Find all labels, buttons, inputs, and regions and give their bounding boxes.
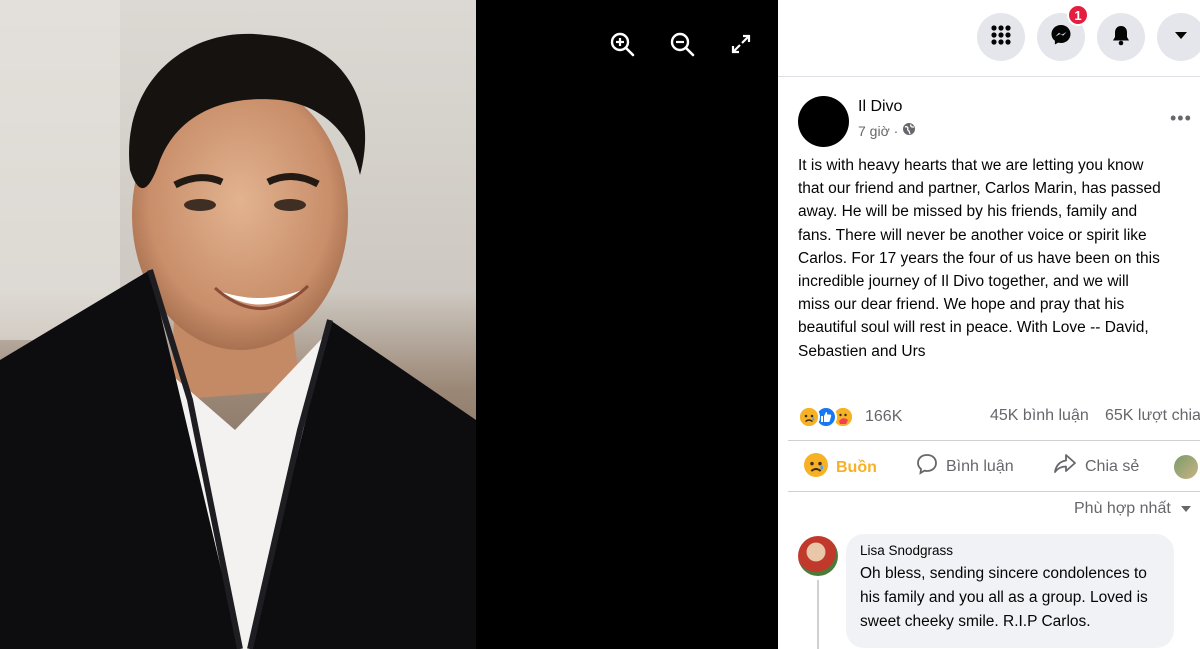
post-more-button[interactable]: ••• xyxy=(1170,108,1200,128)
comment-bubble: Lisa Snodgrass Oh bless, sending sincere… xyxy=(846,534,1174,648)
sad-reaction-icon xyxy=(804,453,828,482)
caret-down-icon xyxy=(1174,28,1188,46)
comment-bubble-icon xyxy=(916,453,938,480)
comment-button[interactable]: Bình luận xyxy=(916,453,1014,480)
post-time[interactable]: 7 giờ · xyxy=(858,123,898,139)
portrait-illustration xyxy=(0,0,476,649)
shares-count[interactable]: 65K lượt chia sẻ xyxy=(1105,407,1200,425)
comment-sort-dropdown[interactable]: Phù hợp nhất xyxy=(1074,500,1192,518)
reaction-sad-label: Buồn xyxy=(836,458,877,476)
thread-line xyxy=(817,580,819,649)
sad-reaction-icon xyxy=(798,406,820,428)
expand-icon xyxy=(730,33,752,55)
page-name[interactable]: Il Divo xyxy=(858,98,902,116)
account-button[interactable] xyxy=(1157,13,1200,61)
share-label: Chia sẻ xyxy=(1085,457,1140,475)
reactions-summary[interactable]: 166K 45K bình luận 65K lượt chia sẻ xyxy=(798,402,1200,432)
actor-selector-avatar[interactable] xyxy=(1174,455,1198,479)
post-meta: 7 giờ · xyxy=(858,122,916,139)
comment-label: Bình luận xyxy=(946,457,1014,475)
comment-text: Oh bless, sending sincere condolences to… xyxy=(860,565,1148,630)
caret-down-icon xyxy=(1181,500,1192,518)
post-panel: 1 Il Divo 7 giờ · ••• It is with heavy h… xyxy=(778,0,1200,649)
messenger-badge: 1 xyxy=(1067,4,1089,26)
messenger-icon xyxy=(1049,23,1073,52)
notifications-button[interactable] xyxy=(1097,13,1145,61)
grid-menu-icon xyxy=(990,24,1012,51)
zoom-in-button[interactable] xyxy=(606,28,638,60)
comments-count[interactable]: 45K bình luận xyxy=(990,407,1089,425)
reaction-sad-button[interactable]: Buồn xyxy=(804,453,877,482)
post-photo[interactable] xyxy=(0,0,476,649)
reactions-count[interactable]: 166K xyxy=(865,408,902,426)
zoom-out-icon xyxy=(669,31,695,57)
page-avatar[interactable] xyxy=(798,96,849,147)
messenger-button[interactable]: 1 xyxy=(1037,4,1089,61)
post-text: It is with heavy hearts that we are lett… xyxy=(798,157,1161,360)
sort-label: Phù hợp nhất xyxy=(1074,500,1171,517)
zoom-in-icon xyxy=(609,31,635,57)
share-arrow-icon xyxy=(1053,453,1077,480)
menu-button[interactable] xyxy=(977,13,1025,61)
post-header: Il Divo 7 giờ · ••• xyxy=(798,96,1198,148)
commenter-avatar[interactable] xyxy=(798,536,838,576)
share-button[interactable]: Chia sẻ xyxy=(1053,453,1139,480)
comment-author[interactable]: Lisa Snodgrass xyxy=(860,543,1160,558)
fullscreen-button[interactable] xyxy=(725,28,757,60)
zoom-out-button[interactable] xyxy=(666,28,698,60)
bell-icon xyxy=(1110,24,1132,51)
post-actions: Buồn Bình luận Chia sẻ xyxy=(788,440,1200,492)
top-navigation: 1 xyxy=(778,0,1200,77)
globe-icon xyxy=(902,122,916,139)
photo-viewer xyxy=(0,0,778,649)
